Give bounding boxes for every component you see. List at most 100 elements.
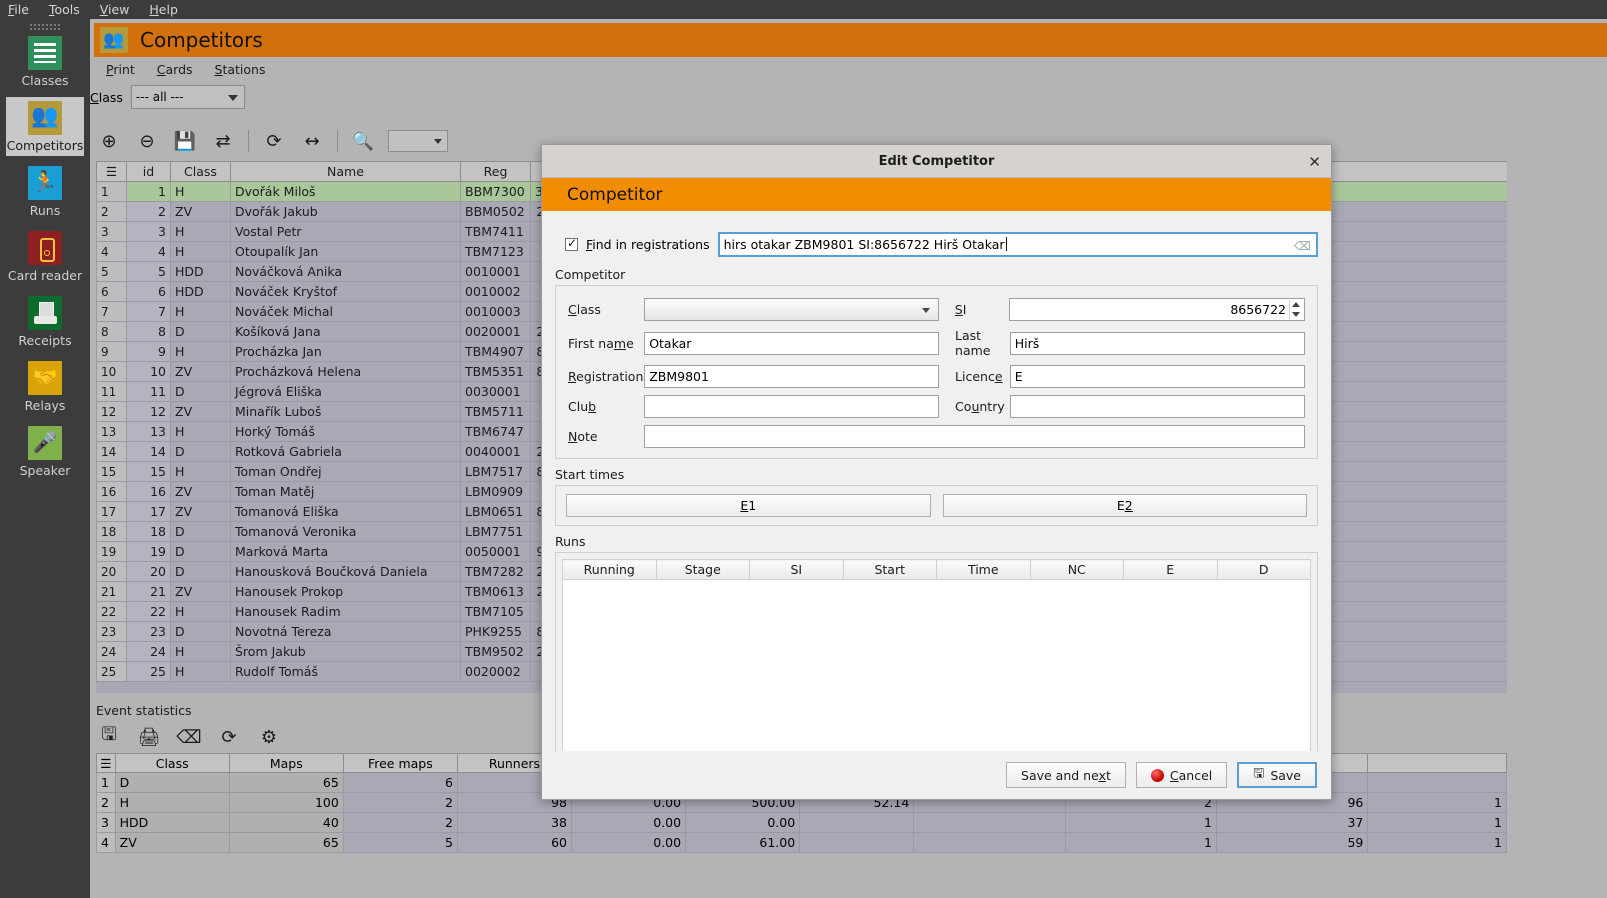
submenu-stations[interactable]: Stations bbox=[215, 62, 266, 77]
cancel-button[interactable]: Cancel bbox=[1135, 762, 1228, 788]
runs-table-body[interactable] bbox=[562, 580, 1311, 758]
si-stepper[interactable] bbox=[1289, 300, 1302, 319]
last-name-input[interactable]: Hirš bbox=[1009, 331, 1305, 355]
cell-class: ZV bbox=[114, 832, 230, 853]
reload-icon: ⟳ bbox=[266, 130, 282, 152]
cell-class: D bbox=[114, 772, 230, 793]
table-header-row: Running Stage SI Start Time NC E D bbox=[562, 559, 1311, 580]
clear-button[interactable]: ⌫ bbox=[176, 724, 202, 750]
licence-input[interactable]: E bbox=[1009, 365, 1305, 388]
submenu-print[interactable]: Print bbox=[106, 62, 135, 77]
sidebar-item-speaker[interactable]: Speaker bbox=[6, 422, 84, 481]
menu-help[interactable]: Help bbox=[149, 2, 178, 17]
cell-name: Otoupalík Jan bbox=[230, 241, 461, 262]
find-in-registrations-checkbox[interactable] bbox=[565, 236, 578, 251]
cell-class: D bbox=[170, 521, 231, 542]
sidebar-item-label: Relays bbox=[24, 398, 66, 413]
save-and-next-button[interactable]: Save and next bbox=[1006, 762, 1126, 788]
swap-button[interactable]: ⇄ bbox=[210, 128, 236, 154]
start-time-e1-button[interactable]: E1 bbox=[566, 494, 931, 517]
club-input[interactable] bbox=[644, 395, 940, 418]
cell-reg: TBM5351 bbox=[460, 361, 531, 382]
sidebar-item-classes[interactable]: Classes bbox=[6, 32, 84, 91]
si-value: 8656722 bbox=[1230, 302, 1286, 317]
submenu-cards[interactable]: Cards bbox=[157, 62, 193, 77]
sidebar-item-card-reader[interactable]: Card reader bbox=[6, 227, 84, 286]
column-header-reg[interactable]: Reg bbox=[460, 161, 531, 182]
registration-input[interactable]: ZBM9801 bbox=[644, 365, 940, 388]
find-in-registrations-input[interactable]: hirs otakar ZBM9801 SI:8656722 Hirš Otak… bbox=[717, 231, 1318, 257]
column-header-menu[interactable]: ☰ bbox=[96, 161, 127, 182]
column-header-name[interactable]: Name bbox=[230, 161, 461, 182]
fit-columns-button[interactable]: ↔ bbox=[299, 128, 325, 154]
column-header-e[interactable]: E bbox=[1123, 559, 1218, 580]
table-row[interactable]: 3 HDD 40 2 38 0.00 0.00 1 37 1 bbox=[96, 812, 1507, 833]
column-header-class[interactable]: Class bbox=[114, 753, 230, 773]
column-header-class[interactable]: Class bbox=[170, 161, 231, 182]
stepper-down-icon[interactable] bbox=[1292, 311, 1300, 317]
column-header-start[interactable]: Start bbox=[842, 559, 937, 580]
cell-name: Toman Ondřej bbox=[230, 461, 461, 482]
registration-row: Registration ZBM9801 Licence E bbox=[568, 365, 1305, 388]
search-button[interactable]: 🔍 bbox=[350, 128, 376, 154]
sidebar-drag-handle[interactable] bbox=[29, 23, 61, 30]
start-times-group: E1 E2 bbox=[555, 485, 1318, 526]
runs-table[interactable]: Running Stage SI Start Time NC E D bbox=[562, 559, 1311, 580]
class-select[interactable] bbox=[644, 298, 940, 321]
sidebar-item-runs[interactable]: Runs bbox=[6, 162, 84, 221]
save-button[interactable]: 💾 bbox=[172, 128, 198, 154]
cell-id: 19 bbox=[126, 541, 171, 562]
cell-maps: 65 bbox=[228, 832, 344, 853]
reload-button[interactable]: ⟳ bbox=[261, 128, 287, 154]
toolbar-search-input[interactable] bbox=[388, 130, 448, 152]
clear-text-icon[interactable]: ⌫ bbox=[1294, 239, 1311, 253]
column-header-id[interactable]: id bbox=[126, 161, 171, 182]
start-time-e2-button[interactable]: E2 bbox=[942, 494, 1307, 517]
cell-id: 3 bbox=[126, 221, 171, 242]
cell-class: ZV bbox=[170, 501, 231, 522]
print-button[interactable]: 🖨 bbox=[136, 724, 162, 750]
class-filter-select[interactable]: --- all --- bbox=[130, 85, 245, 109]
column-header-running[interactable]: Running bbox=[562, 559, 657, 580]
cell-reg: TBM5711 bbox=[460, 401, 531, 422]
panel-title-bar: 👥 Competitors bbox=[94, 23, 1607, 57]
reload-button[interactable]: ⟳ bbox=[216, 724, 242, 750]
column-header-maps[interactable]: Maps bbox=[228, 753, 344, 773]
cell-name: Hanousková Boučková Daniela bbox=[230, 561, 461, 582]
si-input[interactable]: 8656722 bbox=[1009, 298, 1305, 321]
stepper-up-icon[interactable] bbox=[1292, 302, 1300, 308]
row-number: 1 bbox=[96, 181, 127, 202]
chevron-down-icon bbox=[434, 139, 442, 144]
first-name-input[interactable]: Otakar bbox=[644, 331, 940, 355]
cell-name: Košíková Jana bbox=[230, 321, 461, 342]
column-header-menu[interactable]: ☰ bbox=[96, 753, 116, 773]
export-button[interactable]: 🖫 bbox=[96, 724, 122, 750]
add-row-button[interactable]: ⊕ bbox=[96, 128, 122, 154]
cell-name: Dvořák Jakub bbox=[230, 201, 461, 222]
menu-file[interactable]: FFileile bbox=[8, 2, 29, 17]
cell-col8 bbox=[799, 812, 915, 833]
column-header-free-maps[interactable]: Free maps bbox=[342, 753, 458, 773]
remove-row-button[interactable]: ⊖ bbox=[134, 128, 160, 154]
registration-value: ZBM9801 bbox=[649, 369, 709, 384]
save-button[interactable]: 🖫 Save bbox=[1237, 762, 1317, 788]
sidebar-item-relays[interactable]: Relays bbox=[6, 357, 84, 416]
column-header-d[interactable]: D bbox=[1216, 559, 1311, 580]
cell-name: Nováčková Anika bbox=[230, 261, 461, 282]
menu-tools[interactable]: Tools bbox=[49, 2, 80, 17]
settings-button[interactable]: ⚙ bbox=[256, 724, 282, 750]
column-header-stage[interactable]: Stage bbox=[655, 559, 750, 580]
column-header-si[interactable]: SI bbox=[749, 559, 844, 580]
sidebar-item-competitors[interactable]: Competitors bbox=[6, 97, 84, 156]
column-header-time[interactable]: Time bbox=[936, 559, 1031, 580]
close-icon[interactable]: ✕ bbox=[1308, 153, 1321, 171]
sidebar-item-receipts[interactable]: Receipts bbox=[6, 292, 84, 351]
note-input[interactable] bbox=[644, 425, 1305, 448]
column-header-nc[interactable]: NC bbox=[1029, 559, 1124, 580]
menu-view[interactable]: View bbox=[100, 2, 130, 17]
country-input[interactable] bbox=[1009, 395, 1305, 418]
table-row[interactable]: 4 ZV 65 5 60 0.00 61.00 1 59 1 bbox=[96, 832, 1507, 853]
cell-class: D bbox=[170, 561, 231, 582]
column-header-11[interactable] bbox=[1367, 753, 1507, 773]
cell-id: 6 bbox=[126, 281, 171, 302]
